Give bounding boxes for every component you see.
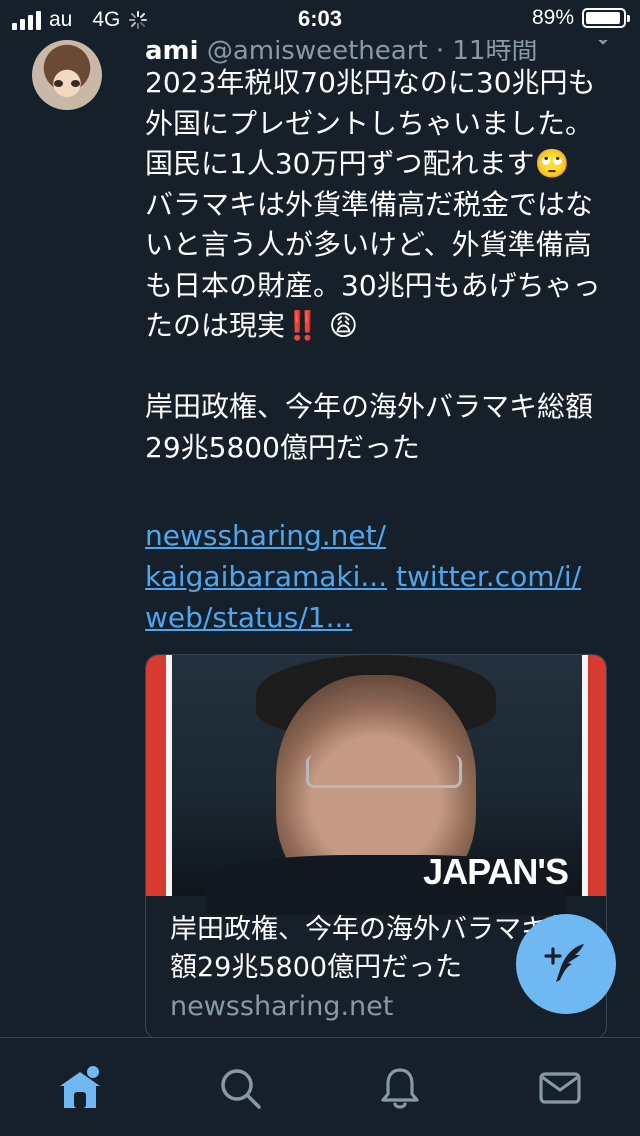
tweet-text-2: バラマキは外貨準備高だ税金ではないと言う人が多いけど、外貨準備高も日本の財産。3…	[145, 187, 601, 342]
bell-icon[interactable]	[376, 1064, 424, 1112]
weary-face-emoji: 😩	[328, 309, 358, 342]
double-exclamation-emoji: ‼️	[285, 309, 320, 342]
tweet-text-1: 2023年税収70兆円なのに30兆円も外国にプレゼントしちゃいました。国民に1人…	[145, 66, 596, 180]
battery-icon	[582, 8, 630, 28]
avatar[interactable]	[32, 40, 102, 110]
author-name[interactable]: ami	[145, 36, 199, 66]
compose-tweet-button[interactable]	[516, 914, 616, 1014]
link-newssharing[interactable]: newssharing.net/ kaigaibaramaki...	[145, 519, 387, 593]
tab-bar	[0, 1037, 640, 1136]
author-handle[interactable]: @amisweetheart	[207, 36, 428, 66]
tweet-links: newssharing.net/ kaigaibaramaki... twitt…	[145, 515, 605, 638]
status-right: 89%	[531, 6, 630, 30]
tweet-time: 11時間	[452, 36, 538, 66]
card-image: JAPAN'S	[146, 655, 606, 915]
tweet-text-3: 岸田政権、今年の海外バラマキ総額29兆5800億円だった	[145, 390, 594, 464]
status-bar: au 4G 6:03 89%	[0, 0, 640, 40]
separator: ·	[435, 36, 445, 66]
card-image-caption: JAPAN'S	[423, 851, 569, 892]
search-icon[interactable]	[216, 1064, 264, 1112]
card-domain: newssharing.net	[170, 991, 394, 1022]
home-icon[interactable]	[56, 1064, 104, 1112]
compose-tweet-icon	[544, 944, 584, 982]
battery-percent: 89%	[531, 6, 574, 29]
mail-icon[interactable]	[536, 1064, 584, 1112]
tweet-body: 2023年税収70兆円なのに30兆円も外国にプレゼントしちゃいました。国民に1人…	[145, 63, 605, 468]
rolling-eyes-emoji: 🙄	[534, 147, 570, 180]
